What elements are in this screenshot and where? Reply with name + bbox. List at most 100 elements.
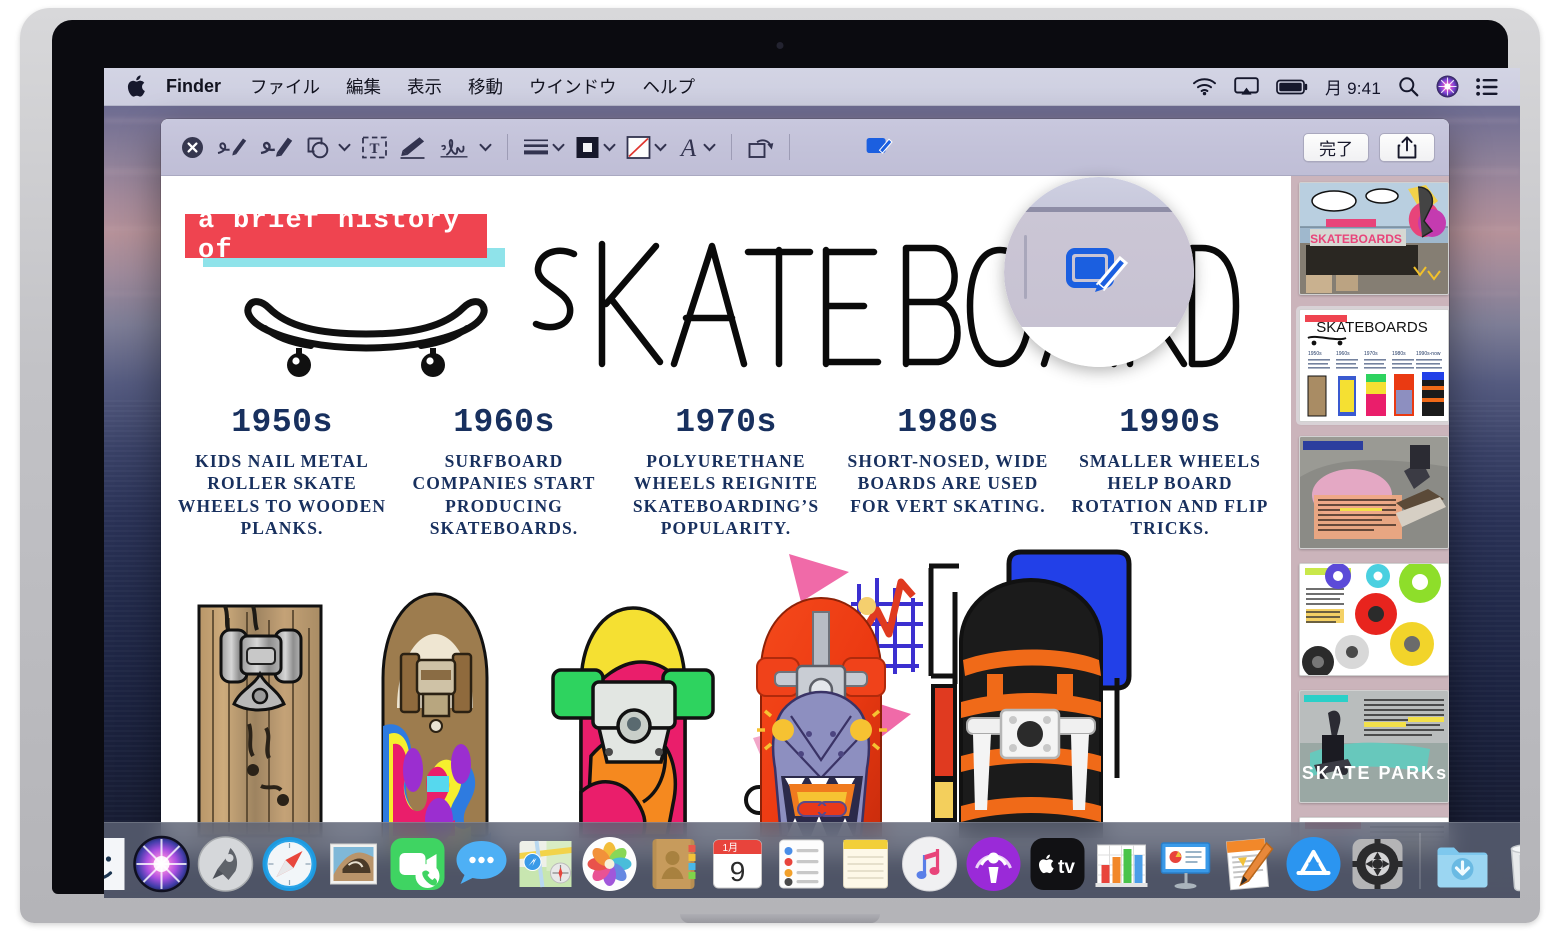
menu-item-help[interactable]: ヘルプ: [630, 73, 709, 100]
dock-contacts[interactable]: [645, 835, 703, 893]
decade-year: 1990s: [1119, 404, 1221, 441]
fill-color-button[interactable]: [621, 129, 672, 165]
svg-text:SKATEBOARDS: SKATEBOARDS: [1316, 319, 1427, 336]
highlight-tool-button[interactable]: [393, 129, 433, 165]
search-icon[interactable]: [1398, 76, 1419, 97]
control-center-icon[interactable]: [1476, 77, 1498, 96]
markup-toggle-button[interactable]: [860, 129, 900, 165]
menu-item-finder[interactable]: Finder: [166, 75, 237, 98]
toolbar-divider-2: [731, 134, 732, 160]
dock-messages[interactable]: [453, 835, 511, 893]
dock-reminders[interactable]: [773, 835, 831, 893]
page-thumbnail-sidebar[interactable]: SKATEBOARDS SKATEBOARDS 1950s 1960s 1970…: [1291, 176, 1449, 854]
sign-tool-button[interactable]: [433, 129, 497, 165]
thumb-wheels[interactable]: [1299, 563, 1449, 676]
maps-icon: [519, 840, 572, 888]
menu-bar-clock[interactable]: 月 9:41: [1325, 74, 1381, 99]
shape-style-button[interactable]: [518, 129, 570, 165]
text-style-button[interactable]: A: [672, 129, 721, 165]
airplay-icon[interactable]: [1234, 77, 1259, 96]
svg-text:A: A: [679, 135, 697, 160]
dock-photos[interactable]: [581, 835, 639, 893]
decade-column: 1960s SURFBOARD COMPANIES START PRODUCIN…: [395, 404, 613, 540]
kicker-text: a brief history of: [198, 206, 461, 266]
rotate-icon: [748, 139, 774, 158]
dock-system-preferences[interactable]: [1349, 835, 1407, 893]
close-markup-button[interactable]: [175, 129, 210, 165]
decade-body: POLYURETHANE WHEELS REIGNITE SKATEBOARDI…: [632, 451, 820, 539]
sketch-tool-button[interactable]: [210, 129, 254, 165]
markup-pencil-icon: [866, 138, 893, 154]
dock-mail[interactable]: [325, 835, 383, 893]
svg-text:tv: tv: [1058, 857, 1075, 878]
thumb-skateboards-timeline[interactable]: SKATEBOARDS 1950s 1960s 1970s 1980s 1990s-n…: [1299, 309, 1449, 422]
dock-itunes[interactable]: [901, 835, 959, 893]
text-box-icon: T: [362, 136, 387, 158]
toolbar-divider-1: [507, 134, 508, 160]
draw-marker-icon: [260, 137, 293, 157]
preview-markup-window: T A 完了 a brief history of 1950s KIDS NAI…: [161, 119, 1449, 854]
dock-downloads[interactable]: [1434, 835, 1492, 893]
border-color-button[interactable]: [570, 129, 621, 165]
chevron-down-icon: [552, 143, 565, 151]
dock-finder[interactable]: [104, 835, 127, 893]
svg-text:1970s: 1970s: [1364, 351, 1378, 357]
laptop-frame: Finder ファイル 編集 表示 移動 ウインドウ ヘルプ 月 9:41 T …: [20, 8, 1540, 923]
rotate-left-button[interactable]: [742, 129, 779, 165]
toolbar-divider-3: [789, 134, 790, 160]
dock-divider: [1419, 833, 1421, 889]
thumb-cover-skatepark[interactable]: SKATEBOARDS: [1299, 182, 1449, 295]
calendar-month: 1月: [723, 842, 739, 854]
dock-maps[interactable]: [517, 835, 575, 893]
shapes-tool-button[interactable]: [300, 129, 356, 165]
markup-toolbar: T A 完了: [161, 119, 1449, 176]
wifi-icon[interactable]: [1192, 77, 1217, 96]
text-tool-button[interactable]: T: [356, 129, 393, 165]
webcam: [776, 42, 784, 49]
dock-podcasts[interactable]: [965, 835, 1023, 893]
dock-siri[interactable]: [133, 835, 191, 893]
siri-icon: [133, 835, 190, 893]
dock-facetime[interactable]: [389, 835, 447, 893]
share-button[interactable]: [1379, 132, 1435, 162]
chevron-down-icon: [654, 143, 667, 151]
safari-icon: [262, 837, 317, 891]
calendar-icon: 1月 9: [713, 839, 762, 889]
menu-bar: Finder ファイル 編集 表示 移動 ウインドウ ヘルプ 月 9:41: [104, 68, 1520, 106]
mail-icon: [330, 843, 377, 885]
dock-keynote[interactable]: [1157, 835, 1215, 893]
thumb-origin-story[interactable]: [1299, 436, 1449, 549]
siri-icon[interactable]: [1436, 75, 1459, 98]
dock-trash[interactable]: [1498, 835, 1520, 893]
dock-notes[interactable]: [837, 835, 895, 893]
chevron-down-icon: [479, 143, 492, 151]
board-1980s: [744, 554, 923, 838]
markup-pencil-icon[interactable]: [1066, 243, 1132, 301]
dock-numbers[interactable]: [1093, 835, 1151, 893]
dock-pages[interactable]: [1221, 835, 1279, 893]
apple-logo-icon[interactable]: [126, 75, 146, 98]
done-button[interactable]: 完了: [1303, 132, 1369, 162]
skateboard-sketch-icon: [244, 298, 488, 377]
signature-icon: [440, 139, 468, 158]
dock-appstore[interactable]: [1285, 835, 1343, 893]
menu-item-edit[interactable]: 編集: [333, 73, 394, 100]
draw-tool-button[interactable]: [254, 129, 300, 165]
dock-calendar[interactable]: 1月 9: [709, 835, 767, 893]
menu-item-go[interactable]: 移動: [455, 73, 516, 100]
decade-year: 1960s: [453, 404, 555, 441]
dock-appletv[interactable]: tv: [1029, 835, 1087, 893]
pages-icon: [1225, 838, 1274, 891]
menu-item-view[interactable]: 表示: [394, 73, 455, 100]
board-1970s: [551, 606, 715, 838]
battery-icon[interactable]: [1276, 79, 1308, 95]
dock-launchpad[interactable]: [197, 835, 255, 893]
thumb-skate-parks[interactable]: SKATE PARKs: [1299, 690, 1449, 803]
appletv-icon: tv: [1030, 838, 1085, 890]
svg-text:SKATE PARKs: SKATE PARKs: [1302, 763, 1448, 783]
svg-text:1990s-now: 1990s-now: [1416, 351, 1441, 357]
decade-column: 1950s KIDS NAIL METAL ROLLER SKATE WHEEL…: [173, 404, 391, 540]
menu-item-window[interactable]: ウインドウ: [516, 73, 630, 100]
dock-safari[interactable]: [261, 835, 319, 893]
menu-item-file[interactable]: ファイル: [237, 73, 333, 100]
